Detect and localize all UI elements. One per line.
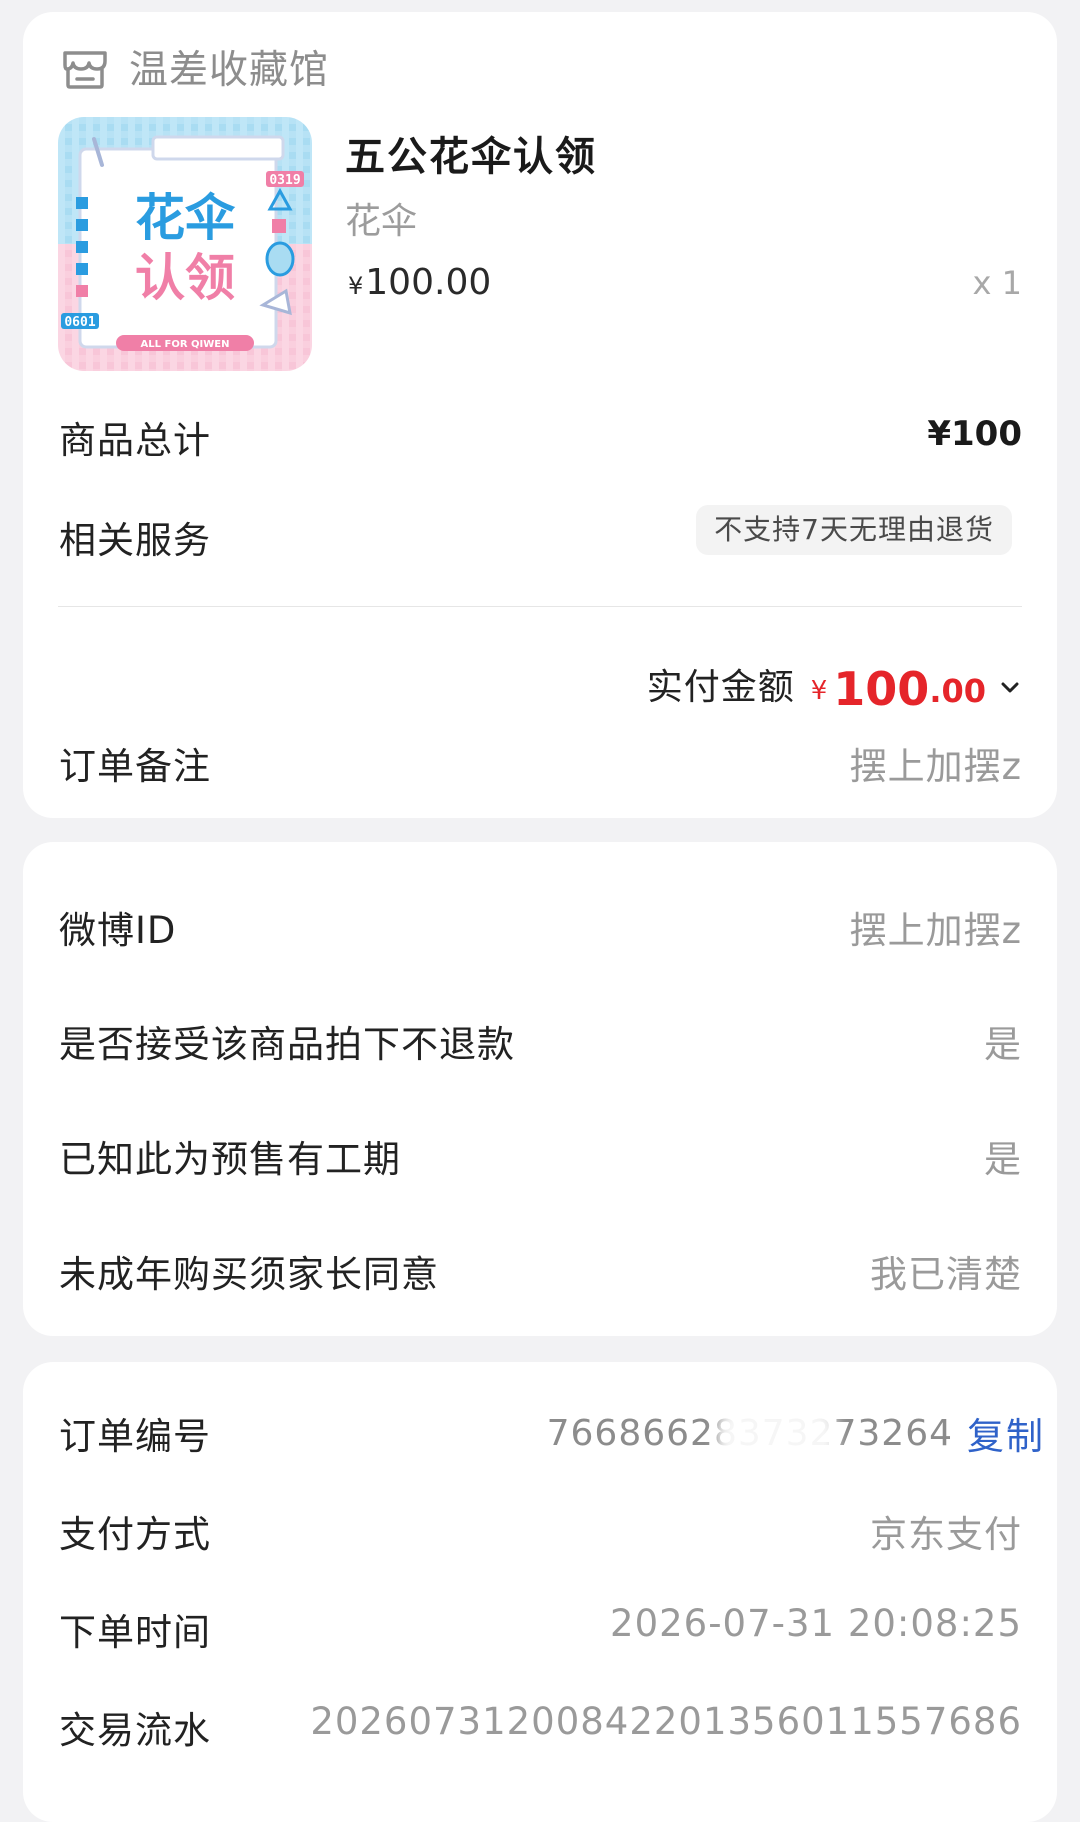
product-image: 花伞 认领 0319 0601 ALL FOR QIWEN (58, 117, 312, 371)
order-no-row: 76686628373273264 复制 (547, 1406, 1045, 1467)
remark-label: 订单备注 (59, 745, 211, 788)
paid-currency: ¥ (810, 676, 828, 706)
image-text-2: 认领 (135, 249, 235, 307)
image-text-1: 花伞 (135, 189, 236, 247)
total-label: 商品总计 (59, 419, 211, 462)
paid-decimal: .00 (929, 672, 986, 710)
svg-text:0601: 0601 (64, 315, 95, 330)
product-thumbnail[interactable]: 花伞 认领 0319 0601 ALL FOR QIWEN (58, 117, 312, 371)
remark-value[interactable]: 摆上加摆z (850, 736, 1022, 790)
divider (58, 606, 1022, 607)
total-value: ¥100 (927, 414, 1022, 454)
order-no-value: 76686628373273264 (547, 1406, 953, 1467)
product-spec: 花伞 (345, 201, 418, 242)
presale-label: 已知此为预售有工期 (59, 1138, 401, 1181)
paid-amount[interactable]: 实付金额 ¥ 100 .00 (647, 644, 1022, 714)
pay-method-label: 支付方式 (59, 1513, 211, 1556)
price-currency: ¥ (348, 272, 364, 300)
order-time-value: 2026-07-31 20:08:25 (610, 1602, 1022, 1645)
product-quantity: x 1 (972, 264, 1022, 302)
minor-value: 我已清楚 (870, 1253, 1022, 1296)
copy-button[interactable]: 复制 (967, 1406, 1045, 1460)
presale-value: 是 (984, 1138, 1022, 1181)
paid-label: 实付金额 (646, 667, 795, 708)
price-value: 100.00 (365, 262, 492, 303)
norefund-label: 是否接受该商品拍下不退款 (59, 1023, 515, 1066)
product-title[interactable]: 五公花伞认领 (345, 124, 597, 182)
product-price: ¥100.00 (348, 262, 491, 303)
service-badge: 不支持7天无理由退货 (696, 505, 1012, 555)
order-product-card: 温差收藏馆 花伞 认领 0319 0601 ALL FOR QIWEN 五公花伞… (23, 12, 1057, 818)
serial-value: 20260731200842201356011557686 (310, 1700, 1022, 1743)
weibo-label: 微博ID (59, 909, 177, 952)
pay-method-value: 京东支付 (870, 1513, 1022, 1556)
order-no-label: 订单编号 (59, 1415, 211, 1458)
order-time-label: 下单时间 (59, 1611, 211, 1654)
shop-header[interactable]: 温差收藏馆 (59, 32, 329, 102)
chevron-down-icon[interactable] (998, 676, 1022, 700)
svg-text:ALL FOR QIWEN: ALL FOR QIWEN (141, 339, 230, 350)
store-icon (63, 51, 107, 89)
weibo-value: 摆上加摆z (849, 909, 1022, 952)
service-label: 相关服务 (59, 519, 211, 562)
norefund-value: 是 (984, 1023, 1022, 1066)
svg-text:0319: 0319 (269, 173, 300, 188)
redaction-blur (716, 1406, 837, 1467)
shop-name: 温差收藏馆 (129, 48, 330, 93)
paid-integer: 100 (833, 662, 930, 716)
serial-label: 交易流水 (59, 1709, 211, 1752)
form-answers-card: 微博ID 摆上加摆z 是否接受该商品拍下不退款 是 已知此为预售有工期 是 未成… (23, 842, 1057, 1336)
minor-label: 未成年购买须家长同意 (59, 1253, 439, 1296)
